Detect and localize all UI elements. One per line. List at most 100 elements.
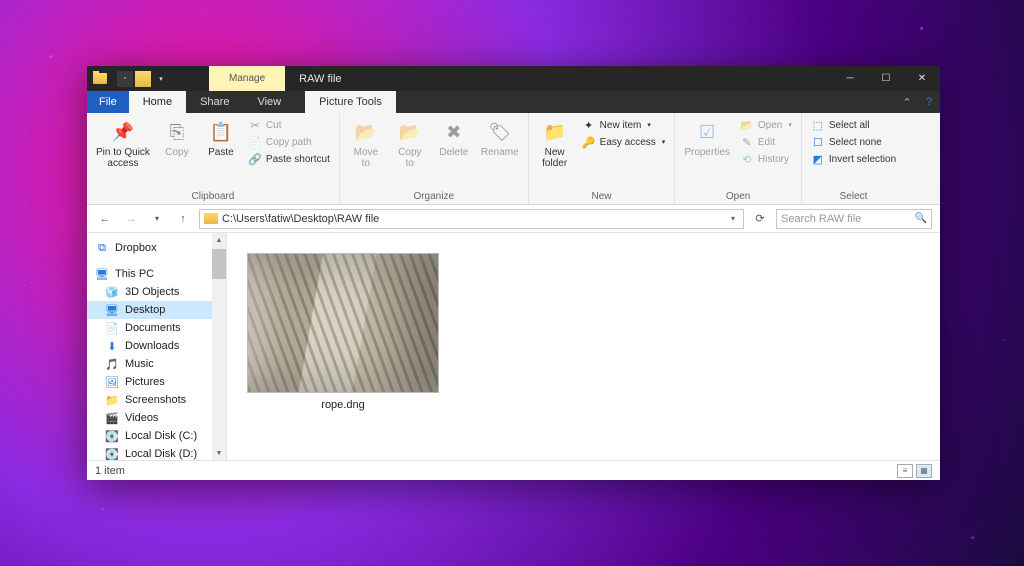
select-none-button[interactable]: ☐Select none xyxy=(808,134,899,150)
maximize-button[interactable]: ☐ xyxy=(868,66,904,91)
scroll-down-button[interactable]: ▼ xyxy=(212,446,226,460)
tab-share[interactable]: Share xyxy=(186,91,243,113)
chevron-down-icon: ▾ xyxy=(662,138,666,146)
address-bar-row: ← → ▾ ↑ C:\Users\fatiw\Desktop\RAW file … xyxy=(87,205,940,233)
file-thumbnail xyxy=(247,253,439,393)
sidebar-item-label: 3D Objects xyxy=(125,286,179,298)
scroll-up-button[interactable]: ▲ xyxy=(212,233,226,247)
sidebar-item-desktop[interactable]: 🖥 Desktop xyxy=(87,301,226,319)
select-all-icon: ⬚ xyxy=(811,118,825,132)
new-folder-button[interactable]: 📁New folder xyxy=(535,117,575,171)
tab-file[interactable]: File xyxy=(87,91,129,113)
easy-access-button[interactable]: 🔑Easy access▾ xyxy=(579,134,669,150)
delete-button[interactable]: ✖Delete xyxy=(434,117,474,160)
group-label: Open xyxy=(681,189,795,202)
refresh-button[interactable]: ⟳ xyxy=(750,212,770,225)
dropbox-icon: ⧉ xyxy=(95,241,109,255)
cut-button[interactable]: ✂Cut xyxy=(245,117,333,133)
minimize-button[interactable]: ─ xyxy=(832,66,868,91)
ribbon-group-new: 📁New folder ✦New item▾ 🔑Easy access▾ New xyxy=(529,113,676,204)
move-to-button[interactable]: 📂Move to xyxy=(346,117,386,171)
edit-button[interactable]: ✎Edit xyxy=(737,134,795,150)
qat-item-2[interactable] xyxy=(135,71,151,87)
window-title: RAW file xyxy=(285,73,355,85)
sidebar-item-pictures[interactable]: 🖼 Pictures xyxy=(87,373,226,391)
search-icon: 🔍 xyxy=(915,213,927,224)
history-button[interactable]: ⟲History xyxy=(737,151,795,167)
folder-icon xyxy=(204,213,218,224)
qat-item-1[interactable]: ▫ xyxy=(117,71,133,87)
sidebar-item-label: Pictures xyxy=(125,376,165,388)
copy-icon: ⎘ xyxy=(164,119,190,145)
search-placeholder: Search RAW file xyxy=(781,213,861,225)
invert-selection-button[interactable]: ◩Invert selection xyxy=(808,151,899,167)
details-view-button[interactable]: ≡ xyxy=(897,464,913,478)
group-label: Organize xyxy=(346,189,522,202)
sidebar-item-label: Desktop xyxy=(125,304,165,316)
new-folder-icon: 📁 xyxy=(542,119,568,145)
new-item-button[interactable]: ✦New item▾ xyxy=(579,117,669,133)
folder-icon: 🖼 xyxy=(105,375,119,389)
invert-icon: ◩ xyxy=(811,152,825,166)
sidebar-item-downloads[interactable]: ⬇Downloads xyxy=(87,337,226,355)
paste-shortcut-button[interactable]: 🔗Paste shortcut xyxy=(245,151,333,167)
copy-button[interactable]: ⎘ Copy xyxy=(157,117,197,160)
sidebar-item-documents[interactable]: 📄Documents xyxy=(87,319,226,337)
close-button[interactable]: ✕ xyxy=(904,66,940,91)
quick-access-toolbar: ▫ ▾ xyxy=(117,71,169,87)
scrollbar-thumb[interactable] xyxy=(212,249,226,279)
sidebar-item-label: Music xyxy=(125,358,154,370)
search-box[interactable]: Search RAW file 🔍 xyxy=(776,209,932,229)
ribbon-group-organize: 📂Move to 📂Copy to ✖Delete 🏷Rename Organi… xyxy=(340,113,529,204)
qat-dropdown[interactable]: ▾ xyxy=(153,71,169,87)
back-button[interactable]: ← xyxy=(95,209,115,229)
copy-to-button[interactable]: 📂Copy to xyxy=(390,117,430,171)
sidebar-item-3d-objects[interactable]: 🧊 3D Objects xyxy=(87,283,226,301)
sidebar-item-label: Screenshots xyxy=(125,394,186,406)
folder-icon: 🖥 xyxy=(105,303,119,317)
status-text: 1 item xyxy=(95,465,125,477)
address-bar[interactable]: C:\Users\fatiw\Desktop\RAW file ▾ xyxy=(199,209,744,229)
group-label: Clipboard xyxy=(93,189,333,202)
tab-view[interactable]: View xyxy=(243,91,295,113)
folder-icon: 📁 xyxy=(105,393,119,407)
new-item-icon: ✦ xyxy=(582,118,596,132)
sidebar-item-local-disk-c-[interactable]: 💽Local Disk (C:) xyxy=(87,427,226,445)
rename-button[interactable]: 🏷Rename xyxy=(478,117,522,160)
ribbon-group-open: ☑Properties 📂Open▾ ✎Edit ⟲History Open xyxy=(675,113,802,204)
contextual-tab-header: Manage xyxy=(209,66,285,91)
sidebar-item-local-disk-d-[interactable]: 💽Local Disk (D:) xyxy=(87,445,226,460)
paste-button[interactable]: 📋 Paste xyxy=(201,117,241,160)
ribbon-collapse-button[interactable]: ⌃ xyxy=(896,91,918,113)
tab-home[interactable]: Home xyxy=(129,91,186,113)
open-button[interactable]: 📂Open▾ xyxy=(737,117,795,133)
chevron-down-icon[interactable]: ▾ xyxy=(727,214,739,223)
copyto-icon: 📂 xyxy=(397,119,423,145)
copy-path-button[interactable]: 📄Copy path xyxy=(245,134,333,150)
recent-locations-button[interactable]: ▾ xyxy=(147,209,167,229)
file-explorer-window: ▫ ▾ Manage RAW file ─ ☐ ✕ File Home Shar… xyxy=(87,66,940,480)
file-list-pane[interactable]: rope.dng xyxy=(227,233,940,460)
forward-button[interactable]: → xyxy=(121,209,141,229)
up-button[interactable]: ↑ xyxy=(173,209,193,229)
thumbnails-view-button[interactable]: ▦ xyxy=(916,464,932,478)
tab-picture-tools[interactable]: Picture Tools xyxy=(305,91,396,113)
sidebar-item-this-pc[interactable]: 🖥This PC xyxy=(87,265,226,283)
sidebar-item-music[interactable]: 🎵Music xyxy=(87,355,226,373)
navigation-pane: ⧉Dropbox 🖥This PC 🧊 3D Objects 🖥 Desktop 📄Do… xyxy=(87,233,227,460)
pin-to-quick-access-button[interactable]: 📌 Pin to Quick access xyxy=(93,117,153,171)
file-item[interactable]: rope.dng xyxy=(247,253,439,411)
folder-icon: 🎬 xyxy=(105,411,119,425)
sidebar-item-dropbox[interactable]: ⧉Dropbox xyxy=(87,239,226,257)
folder-icon: 🧊 xyxy=(105,285,119,299)
sidebar-scrollbar[interactable]: ▲ ▼ xyxy=(212,233,226,460)
status-bar: 1 item ≡ ▦ xyxy=(87,460,940,480)
chevron-down-icon: ▾ xyxy=(647,121,651,129)
folder-icon xyxy=(93,73,107,84)
sidebar-item-screenshots[interactable]: 📁 Screenshots xyxy=(87,391,226,409)
sidebar-item-videos[interactable]: 🎬Videos xyxy=(87,409,226,427)
pc-icon: 🖥 xyxy=(95,267,109,281)
properties-button[interactable]: ☑Properties xyxy=(681,117,733,160)
help-button[interactable]: ? xyxy=(918,91,940,113)
select-all-button[interactable]: ⬚Select all xyxy=(808,117,899,133)
